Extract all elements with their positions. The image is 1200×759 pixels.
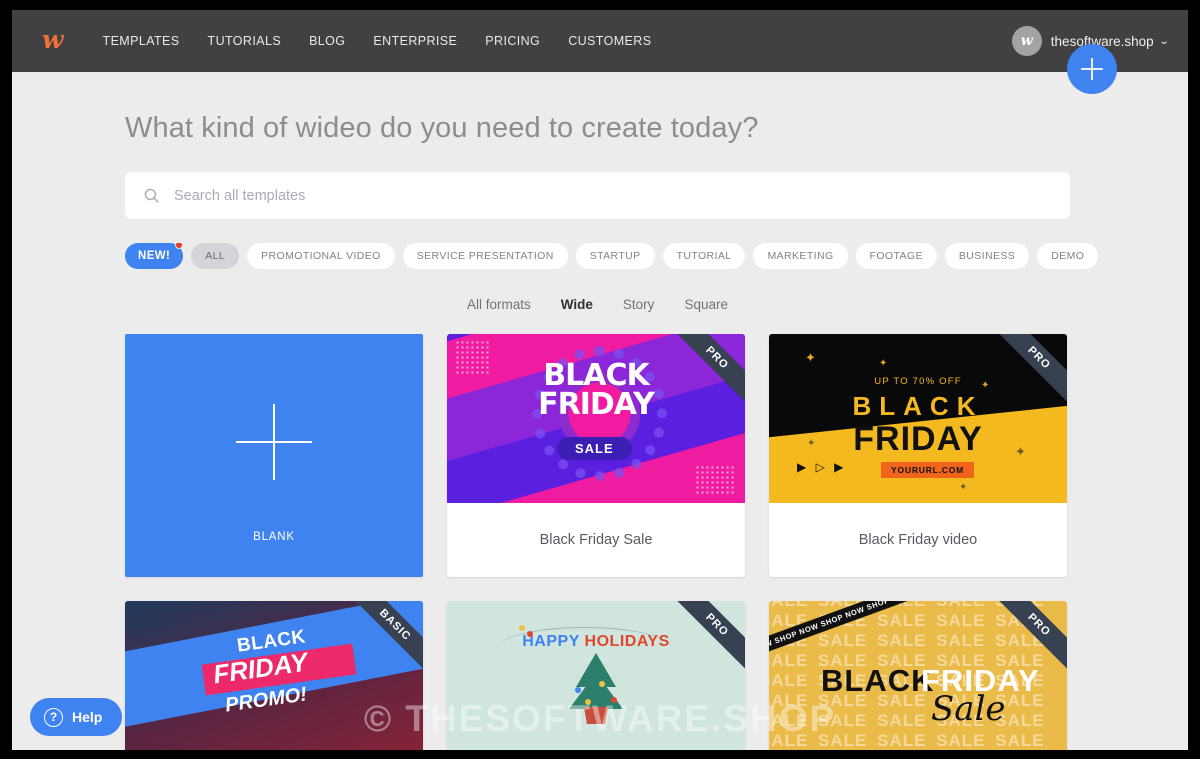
art-url-box: YOURURL.COM xyxy=(881,462,975,478)
browser-viewport: w TEMPLATES TUTORIALS BLOG ENTERPRISE PR… xyxy=(12,10,1188,750)
template-card-black-friday-sale-yellow[interactable]: SALE SALE SALE SALE SALE SALE SALE SALE … xyxy=(769,601,1067,750)
top-navigation-bar: w TEMPLATES TUTORIALS BLOG ENTERPRISE PR… xyxy=(12,10,1188,72)
art-kicker: UP TO 70% OFF xyxy=(874,376,962,387)
thumbnail-art: ✦ ✦ ✦ ✦ ✦ ✦ UP TO 70% OFF BLACK FRIDAY ▶… xyxy=(769,334,1067,503)
category-filter-list[interactable]: NEW! ALL PROMOTIONAL VIDEO SERVICE PRESE… xyxy=(125,243,1100,269)
thumbnail-art: BLACK FRIDAY SALE xyxy=(447,334,745,503)
page-title: What kind of wideo do you need to create… xyxy=(125,112,759,144)
bauble-icon xyxy=(599,681,605,687)
card-thumbnail: ✦ ✦ ✦ ✦ ✦ ✦ UP TO 70% OFF BLACK FRIDAY ▶… xyxy=(769,334,1067,503)
art-headline: HAPPY HOLIDAYS xyxy=(447,633,745,651)
chip-tutorial[interactable]: TUTORIAL xyxy=(662,243,746,269)
chip-label: SERVICE PRESENTATION xyxy=(416,250,554,262)
nav-link-enterprise[interactable]: ENTERPRISE xyxy=(373,34,457,48)
bauble-icon xyxy=(611,697,617,703)
nav-link-tutorials[interactable]: TUTORIALS xyxy=(208,34,282,48)
chip-label: FOOTAGE xyxy=(869,250,923,262)
chip-all[interactable]: ALL xyxy=(191,243,240,269)
chip-service-presentation[interactable]: SERVICE PRESENTATION xyxy=(402,243,568,269)
help-button[interactable]: ? Help xyxy=(30,698,123,736)
tree-pot-icon xyxy=(584,707,608,724)
art-line-2: FRIDAY xyxy=(853,420,983,458)
template-card-black-friday-sale[interactable]: BLACK FRIDAY SALE PRO Black Friday Sale xyxy=(447,334,745,577)
chip-label: MARKETING xyxy=(767,250,834,262)
main-content: What kind of wideo do you need to create… xyxy=(12,72,1188,750)
bauble-icon xyxy=(519,625,525,631)
new-badge-dot-icon xyxy=(175,243,184,249)
chip-label: STARTUP xyxy=(589,250,641,262)
bauble-icon xyxy=(575,687,581,693)
search-bar[interactable] xyxy=(125,172,1070,219)
nav-link-customers[interactable]: CUSTOMERS xyxy=(568,34,651,48)
template-card-black-friday-video[interactable]: ✦ ✦ ✦ ✦ ✦ ✦ UP TO 70% OFF BLACK FRIDAY ▶… xyxy=(769,334,1067,577)
chip-startup[interactable]: STARTUP xyxy=(575,243,655,269)
sparkle-icon: ✦ xyxy=(959,482,968,493)
template-card-black-friday-promo[interactable]: BLACK FRIDAY PROMO! BASIC xyxy=(125,601,423,750)
bauble-icon xyxy=(585,699,591,705)
format-tabs: All formats Wide Story Square xyxy=(125,297,1070,312)
wave-logo-icon[interactable]: w xyxy=(42,27,64,52)
card-label: BLANK xyxy=(253,531,295,543)
template-card-happy-holidays[interactable]: HAPPY HOLIDAYS PRO xyxy=(447,601,745,750)
play-arrows-icon: ▶ ▷ ▶ xyxy=(797,460,847,474)
search-input[interactable] xyxy=(174,187,874,204)
art-line-1: BLACK xyxy=(821,663,935,698)
help-label: Help xyxy=(72,709,103,725)
question-mark-icon: ? xyxy=(44,707,63,727)
art-line-1: BLACK xyxy=(852,391,984,421)
nav-link-templates[interactable]: TEMPLATES xyxy=(103,34,180,48)
chip-label: DEMO xyxy=(1051,250,1085,262)
chip-label: BUSINESS xyxy=(958,250,1016,262)
chip-business[interactable]: BUSINESS xyxy=(944,243,1030,269)
art-sale-pill: SALE xyxy=(557,437,632,460)
chip-promotional-video[interactable]: PROMOTIONAL VIDEO xyxy=(247,243,395,269)
search-icon xyxy=(144,188,159,203)
nav-link-pricing[interactable]: PRICING xyxy=(485,34,540,48)
sparkle-icon: ✦ xyxy=(805,350,816,365)
chip-label: TUTORIAL xyxy=(676,250,732,262)
art-dots xyxy=(695,465,735,495)
tab-square[interactable]: Square xyxy=(684,297,728,312)
card-thumbnail: SALE SALE SALE SALE SALE SALE SALE SALE … xyxy=(769,601,1067,750)
chip-marketing[interactable]: MARKETING xyxy=(753,243,848,269)
card-thumbnail: BLACK FRIDAY PROMO! BASIC xyxy=(125,601,423,750)
plus-icon-bar xyxy=(236,441,312,443)
avatar: w xyxy=(1011,26,1042,56)
template-grid: BLANK BLACK FRIDAY SALE PRO Black Friday… xyxy=(125,334,1073,750)
art-line-2: FRIDAY xyxy=(538,386,655,422)
card-caption: Black Friday Sale xyxy=(539,532,653,548)
create-new-button[interactable] xyxy=(1067,44,1117,94)
chip-label: PROMOTIONAL VIDEO xyxy=(261,250,381,262)
tab-all-formats[interactable]: All formats xyxy=(467,297,531,312)
tab-wide[interactable]: Wide xyxy=(561,297,593,312)
nav-link-blog[interactable]: BLOG xyxy=(309,34,345,48)
card-caption: Black Friday video xyxy=(858,532,978,548)
card-thumbnail: HAPPY HOLIDAYS PRO xyxy=(447,601,745,750)
sparkle-icon: ✦ xyxy=(879,358,888,369)
chip-footage[interactable]: FOOTAGE xyxy=(855,243,937,269)
card-thumbnail: BLACK FRIDAY SALE PRO xyxy=(447,334,745,503)
chip-demo[interactable]: DEMO xyxy=(1037,243,1099,269)
chip-new[interactable]: NEW! xyxy=(125,243,184,269)
template-card-blank[interactable]: BLANK xyxy=(125,334,423,577)
bauble-icon xyxy=(527,631,533,637)
art-word-2: HOLIDAYS xyxy=(584,633,670,650)
art-headline: BLACK FRIDAY xyxy=(447,361,745,422)
chip-label: ALL xyxy=(205,250,226,262)
chip-label: NEW! xyxy=(138,250,171,262)
art-script-sale: Sale xyxy=(931,689,1006,729)
tab-story[interactable]: Story xyxy=(623,297,655,312)
chevron-down-icon: ⌄ xyxy=(1158,35,1170,47)
